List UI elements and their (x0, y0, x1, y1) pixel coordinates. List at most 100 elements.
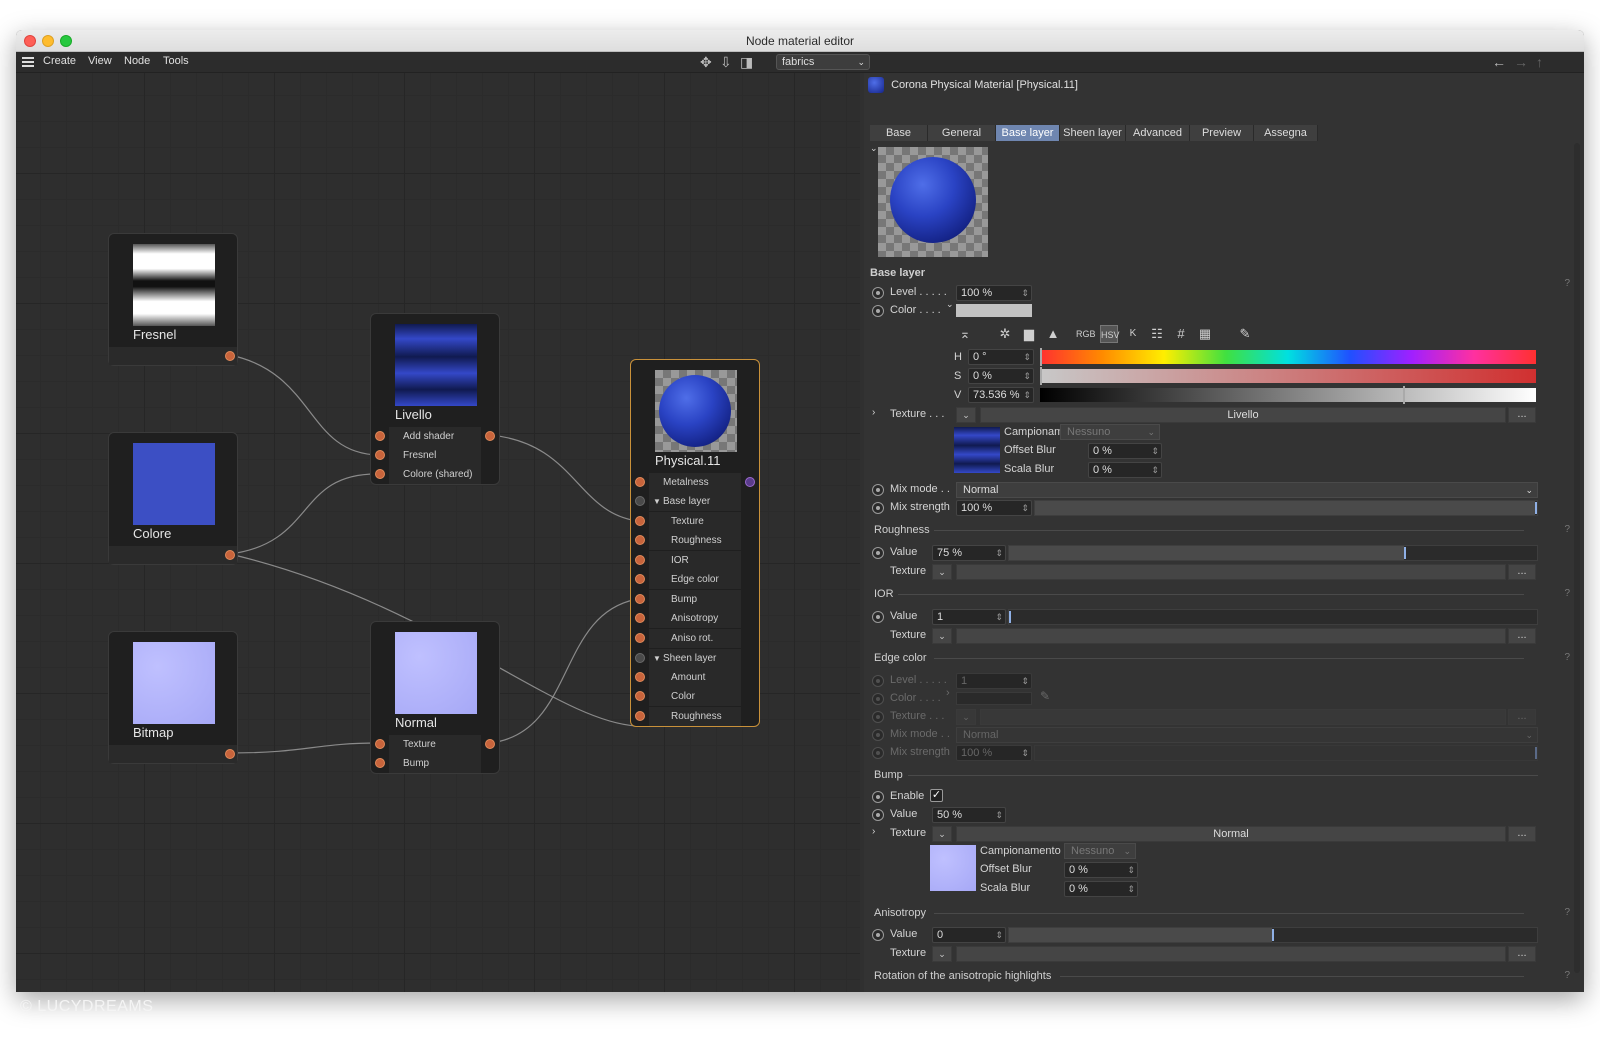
image-sample-icon[interactable]: ▲ (1044, 325, 1062, 343)
anisotropy-slider[interactable] (1008, 927, 1538, 943)
edge-mix-mode-animate-toggle[interactable] (872, 729, 884, 741)
ior-more-button[interactable]: ... (1508, 628, 1536, 644)
edge-texture-dropdown[interactable]: ⌄ (956, 709, 976, 725)
menu-view[interactable]: View (88, 55, 112, 67)
roughness-more-button[interactable]: ... (1508, 564, 1536, 580)
input-port[interactable] (635, 691, 645, 701)
bump-enable-animate-toggle[interactable] (872, 791, 884, 803)
input-port[interactable] (635, 535, 645, 545)
input-port[interactable] (635, 555, 645, 565)
slider-handle[interactable] (1272, 929, 1274, 941)
expand-triangle-icon[interactable]: ▼ (653, 492, 661, 511)
kelvin-mode-icon[interactable]: K (1124, 325, 1142, 343)
slider-handle[interactable] (1535, 502, 1537, 514)
swatch-grid-icon[interactable]: ▦ (1196, 325, 1214, 343)
value-slider-handle[interactable] (1403, 386, 1405, 404)
material-preview[interactable] (878, 147, 988, 257)
roughness-texture-field[interactable] (956, 564, 1506, 580)
anisotropy-texture-field[interactable] (956, 946, 1506, 962)
rgb-mode-icon[interactable]: RGB (1076, 325, 1096, 343)
input-port[interactable] (375, 450, 385, 460)
scale-blur-input[interactable]: 0 % (1088, 462, 1162, 478)
forward-arrow-icon[interactable]: → (1514, 54, 1528, 70)
input-port[interactable] (635, 477, 645, 487)
texture-link-field[interactable]: Livello (980, 407, 1506, 423)
expand-bump-texture-icon[interactable]: › (872, 826, 875, 837)
roughness-animate-toggle[interactable] (872, 547, 884, 559)
ior-slider[interactable] (1008, 609, 1538, 625)
bump-sampling-dropdown[interactable]: Nessuno ⌄ (1064, 843, 1136, 859)
close-window-button[interactable] (24, 35, 36, 47)
bump-enable-checkbox[interactable]: ✓ (930, 789, 943, 802)
color-swatch[interactable] (956, 304, 1032, 317)
hex-mode-icon[interactable]: # (1172, 325, 1190, 343)
bump-offset-blur-input[interactable]: 0 % (1064, 862, 1138, 878)
zoom-window-button[interactable] (60, 35, 72, 47)
texture-more-button[interactable]: ... (1508, 407, 1536, 423)
bump-value-animate-toggle[interactable] (872, 809, 884, 821)
picker-collapse-icon[interactable]: ⌅ (956, 325, 974, 343)
bump-texture-link-field[interactable]: Normal (956, 826, 1506, 842)
back-arrow-icon[interactable]: ← (1492, 54, 1506, 70)
output-port[interactable] (485, 739, 495, 749)
hsv-mode-icon[interactable]: HSV (1100, 325, 1120, 343)
color-animate-toggle[interactable] (872, 305, 884, 317)
bump-texture-dropdown[interactable]: ⌄ (932, 826, 952, 842)
input-port[interactable] (635, 594, 645, 604)
move-arrows-icon[interactable]: ✥ (700, 54, 712, 71)
panel-scrollbar[interactable] (1574, 143, 1580, 973)
help-icon[interactable]: ? (1564, 652, 1570, 663)
help-icon[interactable]: ? (1564, 524, 1570, 535)
normal-node[interactable]: Normal Texture Bump (370, 621, 500, 774)
input-port[interactable] (635, 711, 645, 721)
edge-texture-field[interactable] (980, 709, 1506, 725)
mix-strength-animate-toggle[interactable] (872, 502, 884, 514)
panel-toggle-icon[interactable]: ◨ (740, 54, 753, 71)
colore-node[interactable]: Colore (108, 432, 238, 565)
edge-color-swatch[interactable] (956, 692, 1032, 705)
tab-base-layer[interactable]: Base layer (996, 125, 1060, 141)
roughness-texture-dropdown[interactable]: ⌄ (932, 564, 952, 580)
physical-material-node[interactable]: Physical.11 Metalness ▼ Base layer Textur… (630, 359, 760, 727)
edge-texture-animate-toggle[interactable] (872, 711, 884, 723)
node-canvas[interactable]: Fresnel Colore Bitmap Livello Add shader… (16, 73, 860, 992)
edge-mix-strength-input[interactable]: 100 % (956, 745, 1032, 761)
offset-blur-input[interactable]: 0 % (1088, 443, 1162, 459)
output-port[interactable] (225, 550, 235, 560)
value-input[interactable]: 73.536 % (968, 387, 1034, 403)
menu-tools[interactable]: Tools (163, 55, 189, 67)
collapse-chevron-icon[interactable]: ⌄ (870, 143, 878, 154)
tab-sheen-layer[interactable]: Sheen layer (1060, 125, 1126, 141)
menu-create[interactable]: Create (43, 55, 76, 67)
tab-preview[interactable]: Preview (1190, 125, 1254, 141)
ior-texture-field[interactable] (956, 628, 1506, 644)
output-port[interactable] (485, 431, 495, 441)
output-port[interactable] (225, 351, 235, 361)
value-slider[interactable] (1040, 386, 1536, 404)
eyedropper-icon[interactable]: ✎ (1236, 325, 1254, 343)
saturation-input[interactable]: 0 % (968, 368, 1034, 384)
mix-mode-animate-toggle[interactable] (872, 484, 884, 496)
input-port[interactable] (635, 574, 645, 584)
preset-dropdown[interactable]: fabrics ⌄ (776, 54, 870, 70)
up-arrow-icon[interactable]: ↑ (1536, 54, 1543, 70)
output-port[interactable] (225, 749, 235, 759)
color-expand-icon[interactable]: ⌄ (946, 299, 954, 310)
hue-input[interactable]: 0 ° (968, 349, 1034, 365)
minimize-window-button[interactable] (42, 35, 54, 47)
color-wheel-icon[interactable]: ✲ (996, 325, 1014, 343)
ior-texture-dropdown[interactable]: ⌄ (932, 628, 952, 644)
sampling-dropdown[interactable]: Nessuno ⌄ (1060, 424, 1160, 440)
bump-scale-blur-input[interactable]: 0 % (1064, 881, 1138, 897)
saturation-slider[interactable] (1040, 367, 1536, 385)
ior-input[interactable]: 1 (932, 609, 1006, 625)
edge-level-input[interactable]: 1 (956, 673, 1032, 689)
edge-color-animate-toggle[interactable] (872, 693, 884, 705)
help-icon[interactable]: ? (1564, 278, 1570, 289)
tab-general[interactable]: General (928, 125, 996, 141)
edge-color-expand-icon[interactable]: › (946, 687, 950, 699)
input-port[interactable] (375, 758, 385, 768)
roughness-input[interactable]: 75 % (932, 545, 1006, 561)
anisotropy-animate-toggle[interactable] (872, 929, 884, 941)
ior-animate-toggle[interactable] (872, 611, 884, 623)
